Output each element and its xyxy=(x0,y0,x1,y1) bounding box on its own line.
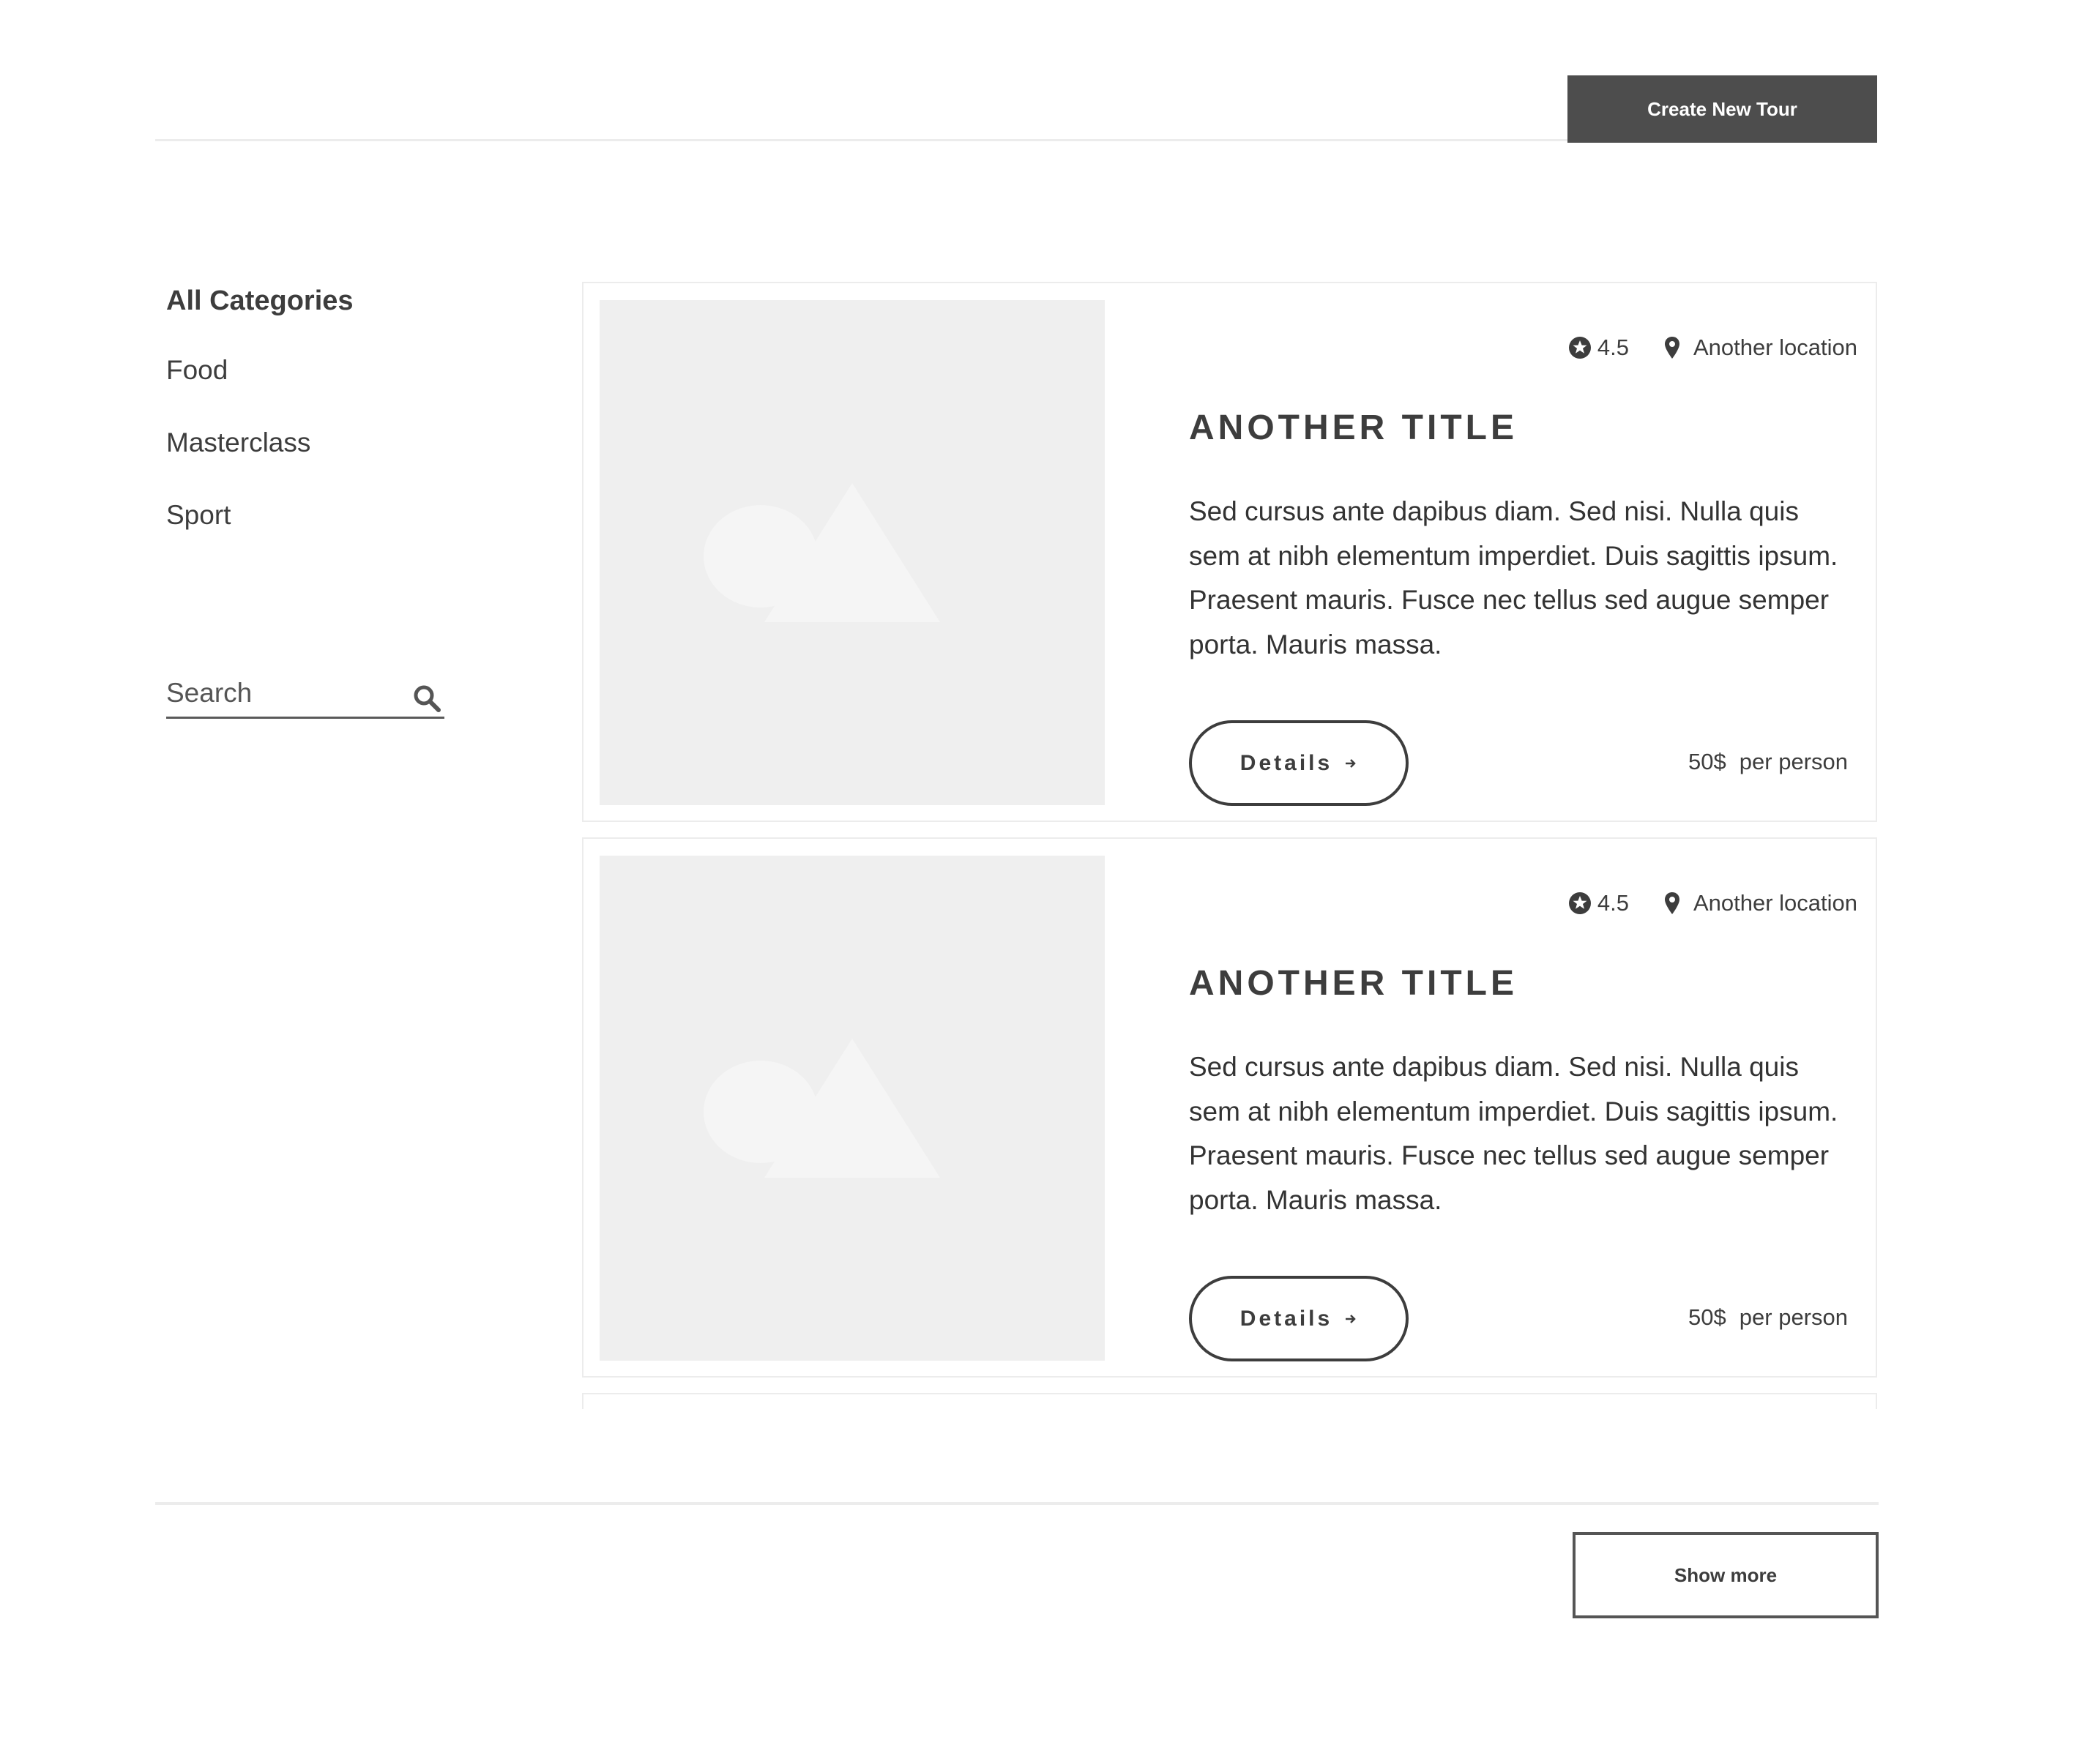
tour-price-unit: per person xyxy=(1739,1304,1848,1330)
arrow-right-icon xyxy=(1346,758,1356,768)
search-icon[interactable] xyxy=(412,684,441,713)
tour-card-partial xyxy=(582,1393,1877,1409)
search-input[interactable] xyxy=(166,675,386,711)
category-sport[interactable]: Sport xyxy=(166,500,231,531)
details-button-label: Details xyxy=(1239,1306,1333,1331)
tour-rating: 4.5 xyxy=(1597,335,1629,360)
search-field xyxy=(166,673,444,719)
location-pin-icon xyxy=(1664,337,1679,359)
tour-rating: 4.5 xyxy=(1597,890,1629,916)
tour-meta: 4.5 Another location xyxy=(1568,335,1857,361)
star-icon xyxy=(1568,892,1591,914)
tour-price: 50$ per person xyxy=(1688,1304,1848,1331)
tour-price: 50$ per person xyxy=(1688,749,1848,775)
tour-card: 4.5 Another location ANOTHER TITLE Sed c… xyxy=(582,282,1877,822)
image-placeholder-icon xyxy=(704,483,940,622)
create-new-tour-button[interactable]: Create New Tour xyxy=(1567,75,1877,143)
tour-price-amount: 50$ xyxy=(1688,749,1726,774)
tour-image xyxy=(600,856,1105,1361)
star-icon xyxy=(1568,337,1591,359)
location-pin-icon xyxy=(1664,892,1679,914)
tour-price-unit: per person xyxy=(1739,749,1848,774)
image-placeholder-icon xyxy=(704,1039,940,1178)
tour-title: ANOTHER TITLE xyxy=(1189,964,1518,1003)
category-all[interactable]: All Categories xyxy=(166,285,354,317)
tour-location: Another location xyxy=(1693,335,1857,360)
tour-meta: 4.5 Another location xyxy=(1568,890,1857,916)
show-more-button[interactable]: Show more xyxy=(1573,1532,1879,1618)
tour-location: Another location xyxy=(1693,890,1857,916)
tour-description: Sed cursus ante dapibus diam. Sed nisi. … xyxy=(1189,1052,1838,1215)
category-food[interactable]: Food xyxy=(166,355,228,386)
tour-card: 4.5 Another location ANOTHER TITLE Sed c… xyxy=(582,837,1877,1378)
details-button[interactable]: Details xyxy=(1189,720,1409,806)
footer-divider xyxy=(155,1502,1879,1505)
arrow-right-icon xyxy=(1346,1314,1356,1323)
tour-image xyxy=(600,300,1105,805)
tour-description: Sed cursus ante dapibus diam. Sed nisi. … xyxy=(1189,496,1838,659)
details-button[interactable]: Details xyxy=(1189,1276,1409,1361)
details-button-label: Details xyxy=(1239,750,1333,775)
category-masterclass[interactable]: Masterclass xyxy=(166,427,310,458)
tour-price-amount: 50$ xyxy=(1688,1304,1726,1330)
tour-title: ANOTHER TITLE xyxy=(1189,408,1518,447)
